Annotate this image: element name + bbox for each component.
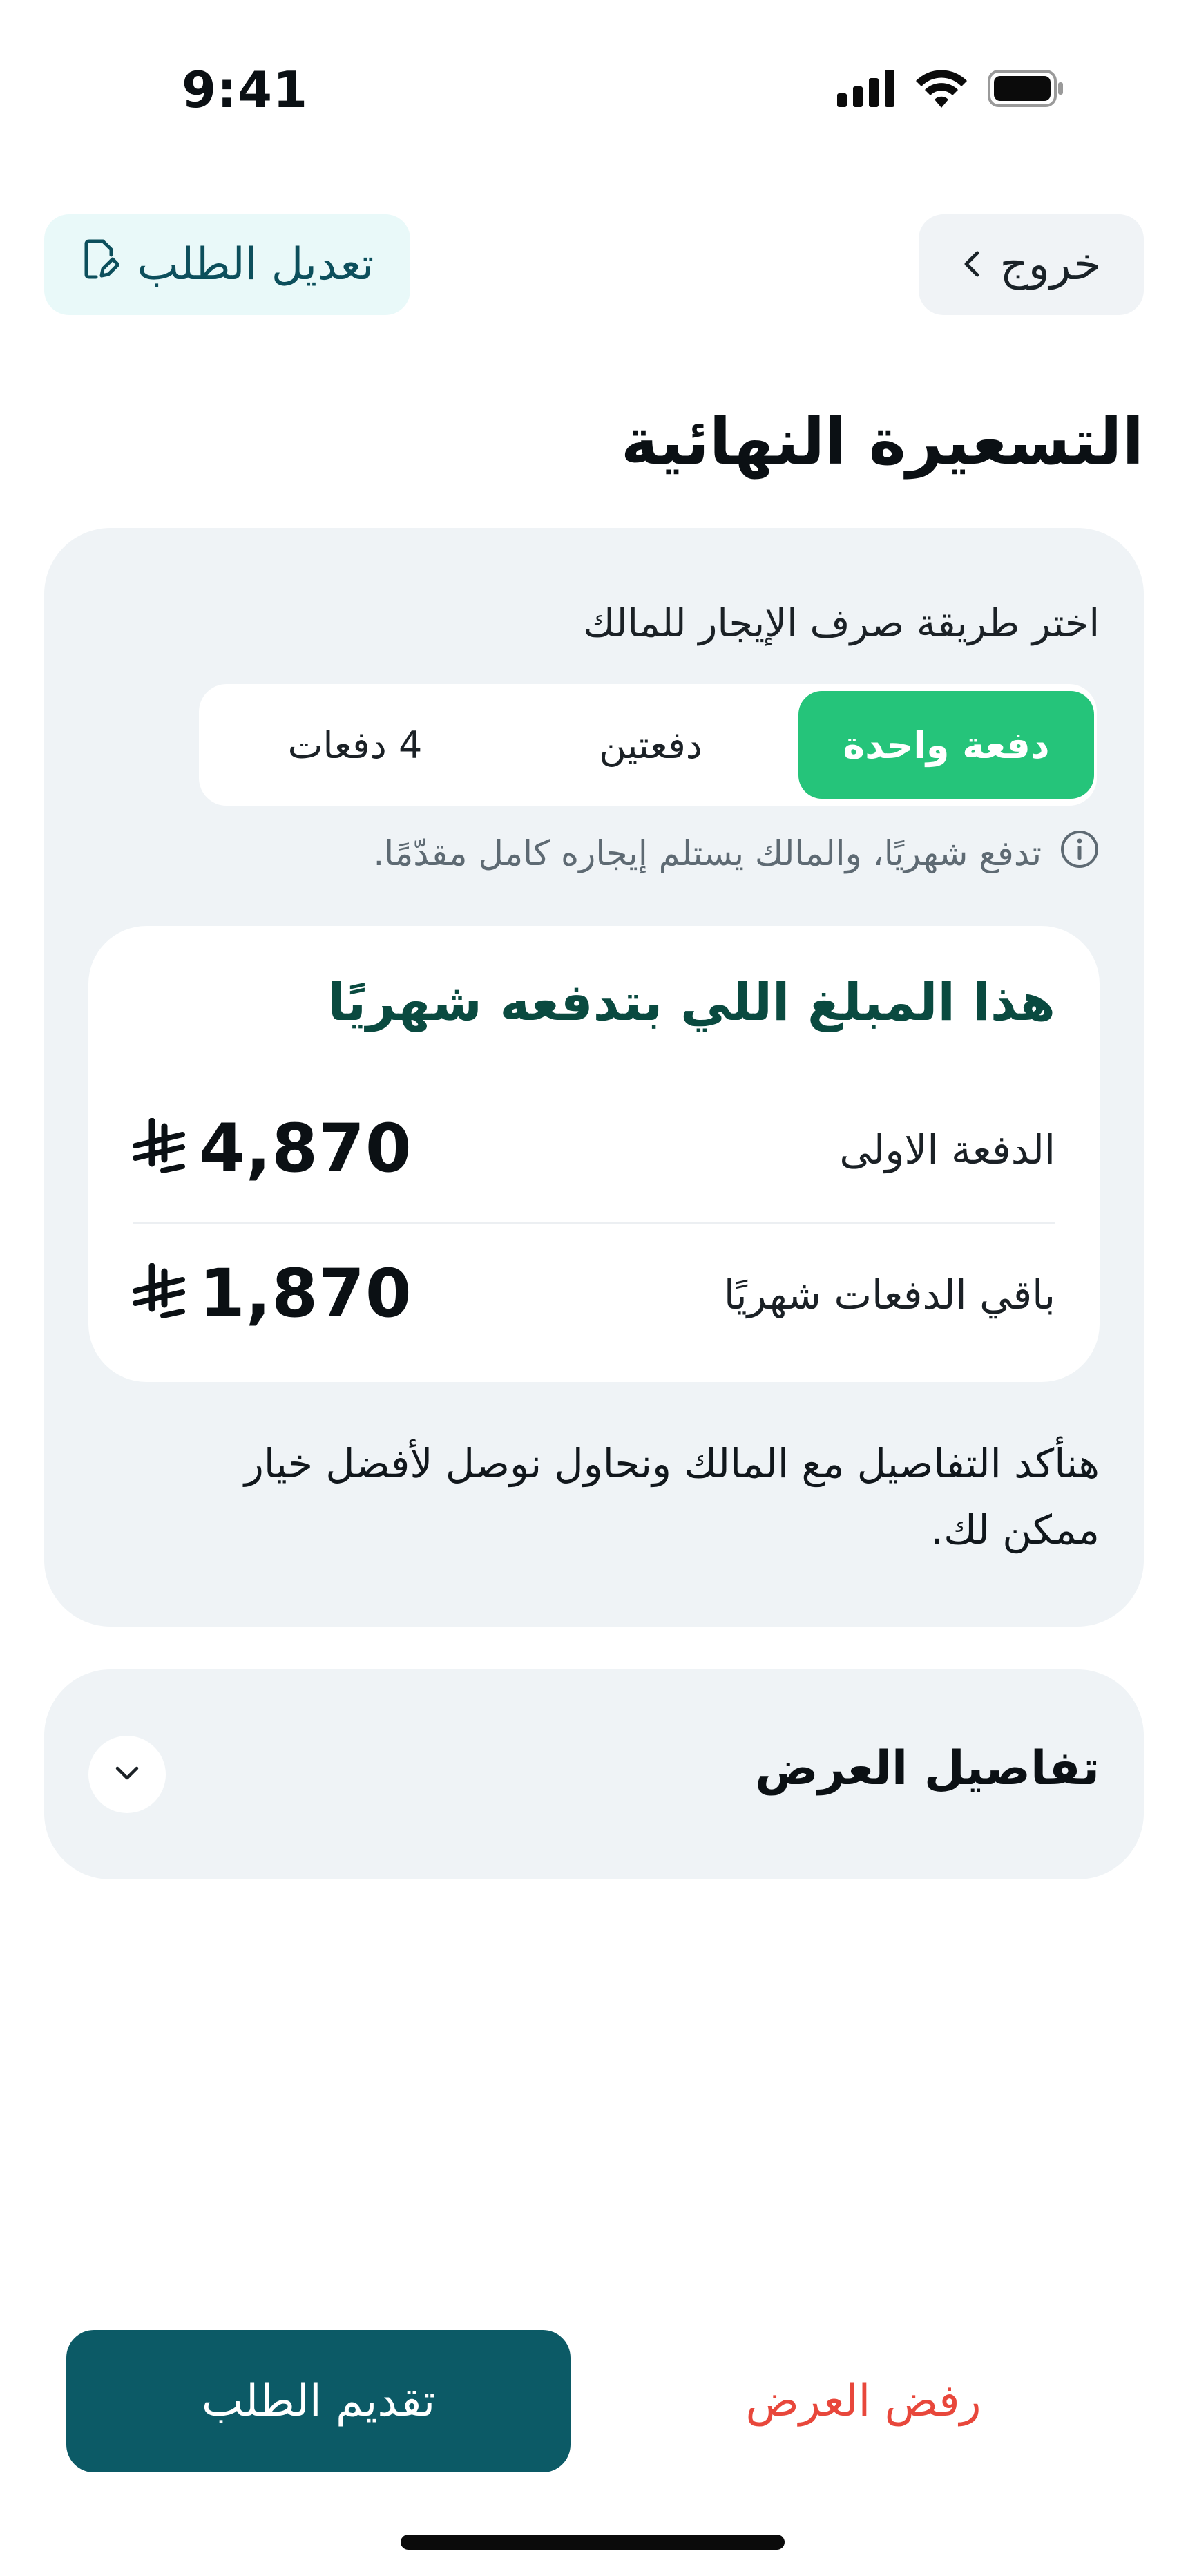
first-payment-amount: 4,870 [199, 1110, 412, 1187]
battery-icon [988, 70, 1064, 110]
first-payment-amount-group: 4,870 [131, 1110, 412, 1187]
edit-request-label: تعديل الطلب [137, 239, 374, 290]
edit-document-icon [81, 238, 120, 291]
option-four-payments[interactable]: 4 دفعات [207, 691, 503, 799]
status-icons [837, 69, 1064, 111]
first-payment-label: الدفعة الاولى [839, 1126, 1055, 1173]
remaining-amount: 1,870 [199, 1255, 412, 1332]
info-icon [1060, 829, 1100, 878]
exit-label: خروج [999, 239, 1102, 290]
confirmation-note: هنأكد التفاصيل مع المالك ونحاول نوصل لأف… [244, 1440, 1100, 1553]
edit-request-button[interactable]: تعديل الطلب [44, 214, 410, 315]
submit-request-button[interactable]: تقديم الطلب [66, 2330, 571, 2472]
signal-icon [837, 70, 895, 110]
option-single-payment[interactable]: دفعة واحدة [798, 691, 1094, 799]
payment-info-text: تدفع شهريًا، والمالك يستلم إيجاره كامل م… [373, 833, 1042, 873]
chevron-left-icon [961, 239, 981, 290]
reject-offer-button[interactable]: رفض العرض [691, 2363, 1036, 2439]
summary-title: هذا المبلغ اللي بتدفعه شهريًا [327, 973, 1056, 1032]
payment-method-label: اختر طريقة صرف الإيجار للمالك [583, 601, 1100, 646]
card-divider [133, 1222, 1055, 1224]
wifi-icon [916, 69, 967, 111]
chevron-down-icon [113, 1764, 141, 1785]
remaining-payments-label: باقي الدفعات شهريًا [723, 1271, 1055, 1318]
expand-details-button[interactable] [88, 1736, 166, 1813]
page-title: التسعيرة النهائية [620, 405, 1144, 479]
exit-button[interactable]: خروج [919, 214, 1144, 315]
offer-details-title: تفاصيل العرض [755, 1741, 1100, 1796]
payment-info: تدفع شهريًا، والمالك يستلم إيجاره كامل م… [373, 829, 1100, 878]
saudi-riyal-icon [131, 1117, 186, 1179]
remaining-amount-group: 1,870 [131, 1255, 412, 1332]
status-time: 9:41 [182, 61, 309, 119]
option-two-payments[interactable]: دفعتين [503, 691, 798, 799]
saudi-riyal-icon [131, 1262, 186, 1324]
home-indicator [401, 2535, 785, 2550]
